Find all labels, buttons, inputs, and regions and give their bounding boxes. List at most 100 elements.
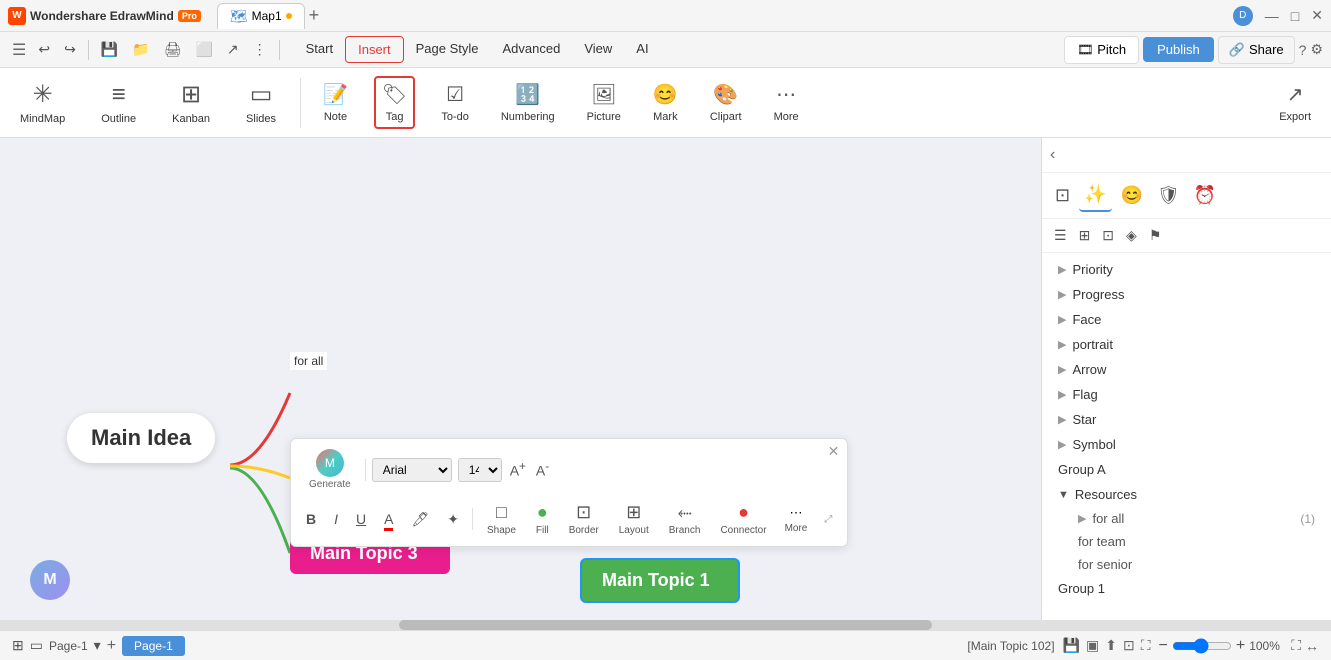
- export-menu-button[interactable]: ⬜: [189, 38, 218, 61]
- print-button[interactable]: 🖨: [158, 38, 188, 61]
- close-button[interactable]: ✕: [1311, 7, 1323, 24]
- zoom-in-button[interactable]: +: [1236, 637, 1245, 655]
- highlight-button[interactable]: 🖊: [406, 508, 434, 531]
- page-tab[interactable]: Page-1: [122, 636, 185, 656]
- horizontal-scrollbar[interactable]: [0, 620, 1331, 630]
- generate-button[interactable]: M Generate: [301, 445, 359, 494]
- more-button[interactable]: ⋯ More: [768, 78, 805, 127]
- scrollbar-thumb[interactable]: [399, 620, 931, 630]
- panel-collapse-button[interactable]: ‹: [1050, 146, 1055, 164]
- layout-tool[interactable]: ⊞ Layout: [613, 498, 655, 540]
- publish-button[interactable]: Publish: [1143, 37, 1214, 62]
- fill-tool[interactable]: ● Fill: [530, 498, 555, 540]
- minimize-button[interactable]: —: [1265, 8, 1279, 24]
- zoom-out-button[interactable]: −: [1159, 637, 1168, 655]
- menu-insert[interactable]: Insert: [345, 36, 404, 63]
- panel-item-symbol[interactable]: ▶ Symbol: [1042, 432, 1331, 457]
- menu-toggle[interactable]: ☰: [8, 40, 30, 60]
- resize-handle[interactable]: ⤢: [819, 511, 837, 528]
- note-button[interactable]: 📝 Note: [317, 78, 354, 127]
- fit-width-button[interactable]: ↔: [1305, 638, 1319, 654]
- panel-item-group-a[interactable]: Group A: [1042, 457, 1331, 482]
- panel-item-flag[interactable]: ▶ Flag: [1042, 382, 1331, 407]
- todo-button[interactable]: ☑ To-do: [435, 78, 475, 127]
- menu-ai[interactable]: AI: [624, 36, 660, 63]
- help-button[interactable]: ?: [1299, 42, 1307, 58]
- panel-item-arrow[interactable]: ▶ Arrow: [1042, 357, 1331, 382]
- grid-icon[interactable]: ⊞: [12, 637, 24, 654]
- panel-outline-icon-btn[interactable]: ⊡: [1050, 180, 1075, 211]
- panel-shield-icon-btn[interactable]: 🛡: [1152, 180, 1185, 211]
- shape-tool[interactable]: □ Shape: [481, 498, 522, 540]
- topic1-node[interactable]: Main Topic 1: [580, 558, 740, 603]
- fit-icon[interactable]: ⊡: [1123, 637, 1135, 654]
- canvas[interactable]: Main Idea Main Topic 1 for all Main Topi…: [0, 138, 1041, 620]
- fit-page-button[interactable]: ⛶: [1291, 637, 1301, 654]
- panel-subitem-for-team[interactable]: for team: [1042, 530, 1331, 553]
- settings-button[interactable]: ⚙: [1310, 41, 1323, 58]
- slides-view-button[interactable]: ▭ Slides: [238, 76, 284, 129]
- panel-item-resources[interactable]: ▼ Resources: [1042, 482, 1331, 507]
- panel-subitem-for-senior[interactable]: for senior: [1042, 553, 1331, 576]
- panel-item-star[interactable]: ▶ Star: [1042, 407, 1331, 432]
- mindmap-view-button[interactable]: ✳ MindMap: [12, 76, 73, 129]
- italic-button[interactable]: I: [329, 508, 343, 530]
- export-status-icon[interactable]: ⬆: [1105, 637, 1117, 654]
- pitch-button[interactable]: 🎞 Pitch: [1064, 36, 1139, 64]
- menu-start[interactable]: Start: [294, 36, 345, 63]
- panel-item-progress[interactable]: ▶ Progress: [1042, 282, 1331, 307]
- avatar[interactable]: D: [1233, 6, 1253, 26]
- underline-button[interactable]: U: [351, 508, 371, 530]
- share-menu-button[interactable]: ↗: [221, 38, 245, 61]
- panel-image-view-btn[interactable]: ⊡: [1098, 223, 1118, 248]
- redo-button[interactable]: ↪: [58, 38, 82, 61]
- panel-item-face[interactable]: ▶ Face: [1042, 307, 1331, 332]
- panel-subitem-for-all[interactable]: ▶ for all (1): [1042, 507, 1331, 530]
- connector-tool[interactable]: ● Connector: [714, 498, 772, 540]
- font-size-selector[interactable]: 14: [458, 458, 502, 482]
- zoom-slider[interactable]: [1172, 638, 1232, 654]
- outline-view-button[interactable]: ≡ Outline: [93, 77, 144, 129]
- save-button[interactable]: 💾: [95, 38, 124, 61]
- kanban-view-button[interactable]: ⊞ Kanban: [164, 76, 218, 129]
- open-button[interactable]: 📁: [126, 38, 155, 61]
- columns-icon[interactable]: ▣: [1086, 637, 1099, 654]
- more-tool-button[interactable]: ⋯ More: [781, 501, 812, 538]
- new-tab-button[interactable]: +: [309, 5, 320, 26]
- clipart-button[interactable]: 🎨 Clipart: [704, 78, 748, 127]
- font-selector[interactable]: Arial: [372, 458, 452, 482]
- panel-list-view-btn[interactable]: ☰: [1050, 223, 1071, 248]
- panel-item-group-1[interactable]: Group 1: [1042, 576, 1331, 601]
- tag-button[interactable]: 🏷 Tag: [374, 76, 415, 129]
- page-dropdown-icon[interactable]: ▾: [94, 637, 101, 654]
- panel-flag-view-btn[interactable]: ⚑: [1145, 223, 1166, 248]
- main-idea-node[interactable]: Main Idea: [67, 413, 215, 463]
- panel-item-portrait[interactable]: ▶ portrait: [1042, 332, 1331, 357]
- text-color-button[interactable]: A: [379, 508, 398, 530]
- save-status-icon[interactable]: 💾: [1063, 637, 1080, 654]
- clear-format-button[interactable]: ✦: [442, 508, 464, 531]
- decrease-font-button[interactable]: A-: [534, 458, 551, 481]
- panel-star-view-btn[interactable]: ◈: [1122, 223, 1141, 248]
- active-tab[interactable]: 🗺 Map1: [217, 3, 305, 29]
- menu-view[interactable]: View: [572, 36, 624, 63]
- layout-icon[interactable]: ▭: [30, 637, 43, 654]
- menu-page-style[interactable]: Page Style: [404, 36, 491, 63]
- panel-grid-view-btn[interactable]: ⊞: [1075, 223, 1095, 248]
- branch-tool[interactable]: ⬸ Branch: [663, 498, 707, 540]
- export-button[interactable]: ↗ Export: [1271, 78, 1319, 127]
- add-page-button[interactable]: +: [107, 637, 116, 655]
- panel-clock-icon-btn[interactable]: ⏰: [1189, 180, 1221, 211]
- border-tool[interactable]: ⊡ Border: [563, 498, 605, 540]
- panel-item-priority[interactable]: ▶ Priority: [1042, 257, 1331, 282]
- more-menu-button[interactable]: ⋮: [247, 38, 273, 61]
- panel-sparkle-icon-btn[interactable]: ✨: [1079, 179, 1111, 212]
- undo-button[interactable]: ↩: [32, 38, 56, 61]
- panel-emoji-icon-btn[interactable]: 😊: [1116, 180, 1148, 211]
- maximize-button[interactable]: □: [1291, 8, 1299, 24]
- fullscreen-icon[interactable]: ⛶: [1141, 637, 1151, 654]
- share-button[interactable]: 🔗 Share: [1218, 36, 1295, 64]
- toolbar-close-button[interactable]: ✕: [828, 443, 840, 460]
- menu-advanced[interactable]: Advanced: [491, 36, 573, 63]
- mark-button[interactable]: 😊 Mark: [647, 78, 684, 127]
